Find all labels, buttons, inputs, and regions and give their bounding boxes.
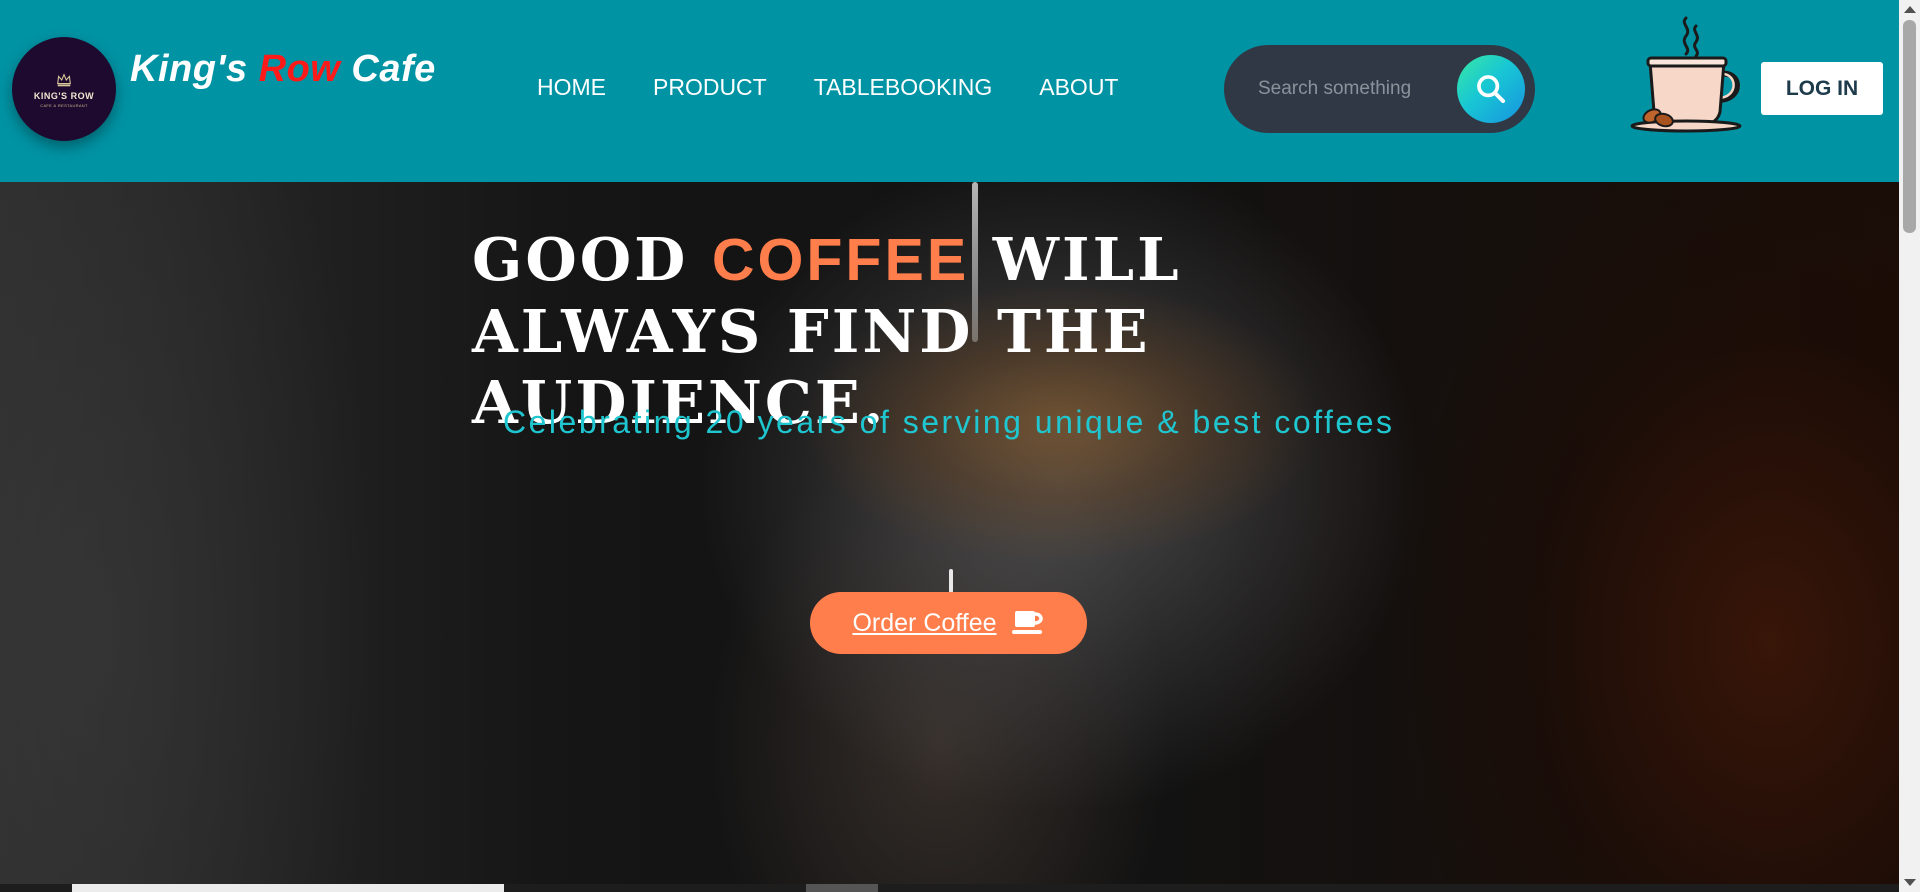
hero-section: GOOD COFFEE WILL ALWAYS FIND THE AUDIENC… [0,182,1899,884]
scroll-thumb[interactable] [1903,20,1916,233]
crown-icon [57,72,71,86]
vertical-scrollbar[interactable] [1899,0,1920,892]
nav-about[interactable]: ABOUT [1039,74,1118,101]
brand-name-part1: King's [130,48,259,90]
main-nav: HOME PRODUCT TABLEBOOKING ABOUT [537,74,1118,101]
scroll-down-arrow-icon[interactable] [1904,879,1916,886]
next-section-preview [72,884,504,892]
cafe-logo[interactable]: KING'S ROW CAFE & RESTAURANT [12,37,116,141]
order-coffee-label: Order Coffee [852,608,997,637]
mug-icon [1011,611,1043,634]
brand-name-part2: Cafe [340,48,436,90]
scroll-up-arrow-icon[interactable] [1904,6,1916,13]
login-button[interactable]: LOG IN [1761,62,1883,115]
logo-text: KING'S ROW [33,90,95,101]
headline-accent: COFFEE [711,227,970,293]
next-section-preview-2 [806,884,878,892]
logo-subtext: CAFE & RESTAURANT [40,102,88,108]
brand-name-accent: Row [258,48,341,90]
hero-tagline: Celebrating 20 years of serving unique &… [503,404,1395,440]
headline-part1: GOOD [472,225,712,294]
search-button[interactable] [1457,55,1525,123]
nav-product[interactable]: PRODUCT [653,74,767,101]
search-input[interactable] [1258,69,1438,109]
search-icon [1477,75,1506,104]
order-coffee-button[interactable]: Order Coffee [810,592,1087,654]
site-header: KING'S ROW CAFE & RESTAURANT King's Row … [0,0,1899,182]
brand-name[interactable]: King's Row Cafe [130,48,436,91]
milk-drip [949,569,953,593]
nav-tablebooking[interactable]: TABLEBOOKING [814,74,993,101]
coffee-cup-icon[interactable] [1628,8,1746,134]
nav-home[interactable]: HOME [537,74,606,101]
search-bar [1224,45,1535,133]
